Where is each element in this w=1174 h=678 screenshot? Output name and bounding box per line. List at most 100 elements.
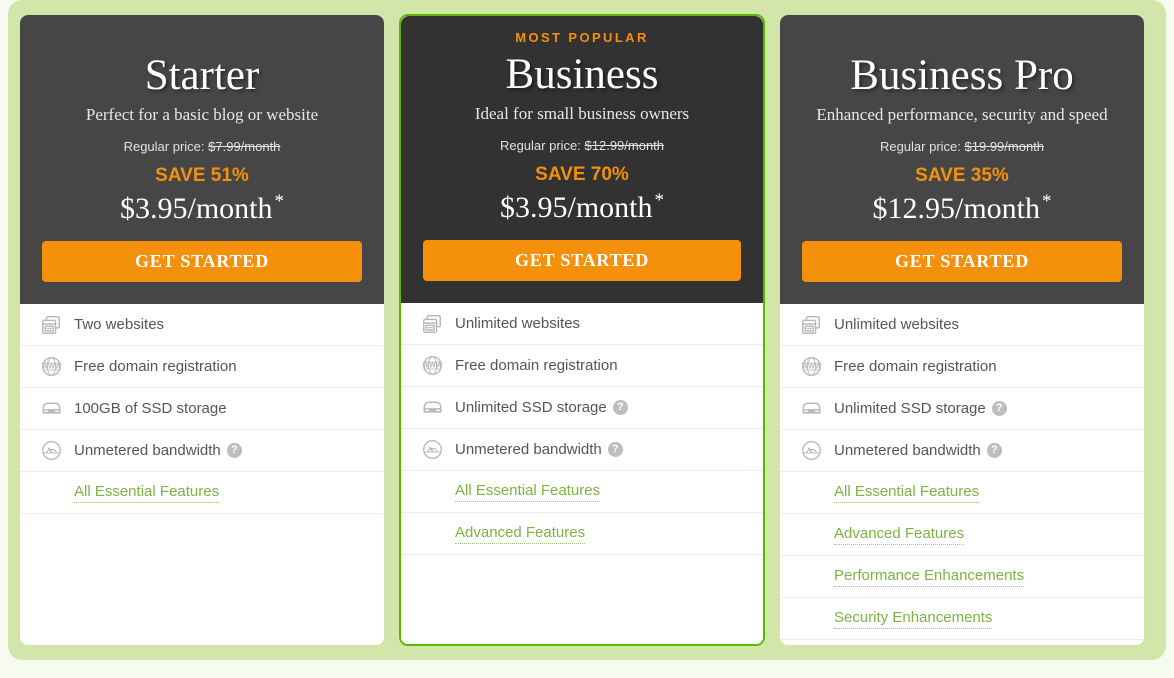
help-icon[interactable]: ? xyxy=(986,443,1002,458)
feature-list: Two websites WWW Free domain registration 1… xyxy=(20,304,384,645)
save-percent: SAVE 70% xyxy=(535,164,629,185)
help-icon[interactable]: ? xyxy=(607,442,623,457)
feature-label: Free domain registration xyxy=(74,358,237,375)
feature-list-filler xyxy=(780,640,1144,645)
regular-price-value: $12.99/month xyxy=(584,138,665,153)
promo-price: $3.95/month * xyxy=(42,190,362,228)
globe-www-icon: WWW xyxy=(38,354,64,380)
card-header: Starter Perfect for a basic blog or websi… xyxy=(20,15,384,304)
feature-label: Unlimited websites xyxy=(834,316,960,333)
svg-text:WWW: WWW xyxy=(41,363,61,371)
card-header: Business Pro Enhanced performance, securi… xyxy=(780,15,1144,304)
plan-tagline: Enhanced performance, security and speed xyxy=(816,105,1108,124)
feature-link-row: Advanced Features xyxy=(780,514,1144,556)
feature-link[interactable]: All Essential Features xyxy=(74,483,220,503)
feature-row: 100GB of SSD storage xyxy=(20,388,384,430)
price-asterisk: * xyxy=(654,190,665,211)
promo-price: $12.95/month * xyxy=(802,190,1122,228)
pricing-card-business: MOST POPULAR Business Ideal for small busi… xyxy=(399,14,765,646)
promo-price-value: $3.95/month xyxy=(119,192,273,225)
feature-label: Unlimited websites xyxy=(455,315,581,332)
globe-www-icon: WWW xyxy=(798,354,824,380)
regular-price-label: Regular price: xyxy=(499,138,581,153)
feature-link-row: All Essential Features xyxy=(401,471,763,513)
bandwidth-gauge-icon xyxy=(419,437,445,463)
feature-link-row: Security Enhancements xyxy=(780,598,1144,640)
plan-tagline: Perfect for a basic blog or website xyxy=(85,105,319,124)
feature-link[interactable]: Advanced Features xyxy=(834,525,965,545)
websites-icon xyxy=(38,312,64,338)
feature-link[interactable]: All Essential Features xyxy=(455,482,601,502)
feature-link-row: All Essential Features xyxy=(780,472,1144,514)
feature-list-filler xyxy=(401,555,763,644)
card-header: MOST POPULAR Business Ideal for small busi… xyxy=(401,16,763,303)
ssd-storage-icon xyxy=(38,396,64,422)
feature-list: Unlimited websites WWW Free domain registr… xyxy=(780,304,1144,645)
feature-row: Unlimited SSD storage? xyxy=(780,388,1144,430)
globe-www-icon: WWW xyxy=(419,353,445,379)
plan-name: Business xyxy=(505,51,659,98)
regular-price-label: Regular price: xyxy=(879,139,961,154)
feature-link-row: All Essential Features xyxy=(20,472,384,514)
price-asterisk: * xyxy=(1042,191,1052,212)
feature-row: Unlimited SSD storage? xyxy=(401,387,763,429)
feature-label: Free domain registration xyxy=(834,358,997,375)
most-popular-badge: MOST POPULAR xyxy=(515,30,649,45)
feature-row: Two websites xyxy=(20,304,384,346)
promo-price: $3.95/month * xyxy=(423,189,741,227)
feature-list-filler xyxy=(20,514,384,645)
feature-row: Unmetered bandwidth? xyxy=(20,430,384,472)
ssd-storage-icon xyxy=(419,395,445,421)
regular-price-row: Regular price: $12.99/month xyxy=(423,137,741,155)
get-started-button[interactable]: GET STARTED xyxy=(802,241,1122,282)
feature-label: Two websites xyxy=(74,316,165,333)
price-asterisk: * xyxy=(274,191,285,212)
websites-icon xyxy=(419,311,445,337)
feature-link[interactable]: Performance Enhancements xyxy=(834,567,1025,587)
websites-icon xyxy=(798,312,824,338)
help-icon[interactable]: ? xyxy=(991,401,1007,416)
feature-row: WWW Free domain registration xyxy=(780,346,1144,388)
plan-name: Starter xyxy=(144,52,260,99)
feature-label: Free domain registration xyxy=(455,357,618,374)
feature-label: Unmetered bandwidth xyxy=(74,442,221,459)
regular-price-row: Regular price: $7.99/month xyxy=(42,138,362,156)
svg-text:WWW: WWW xyxy=(422,362,442,370)
ssd-storage-icon xyxy=(798,396,824,422)
pricing-panel: Starter Perfect for a basic blog or websi… xyxy=(8,0,1166,660)
promo-price-value: $12.95/month xyxy=(872,192,1040,225)
bandwidth-gauge-icon xyxy=(38,438,64,464)
feature-link-row: Performance Enhancements xyxy=(780,556,1144,598)
feature-link-row: Advanced Features xyxy=(401,513,763,555)
help-icon[interactable]: ? xyxy=(612,400,628,415)
regular-price-value: $7.99/month xyxy=(208,139,281,154)
feature-row: Unlimited websites xyxy=(401,303,763,345)
feature-label: Unlimited SSD storage xyxy=(834,400,986,417)
feature-row: Unlimited websites xyxy=(780,304,1144,346)
feature-list: Unlimited websites WWW Free domain registr… xyxy=(401,303,763,644)
feature-label: Unlimited SSD storage xyxy=(455,399,607,416)
plan-tagline: Ideal for small business owners xyxy=(474,104,690,123)
get-started-button[interactable]: GET STARTED xyxy=(42,241,362,282)
pricing-card-starter: Starter Perfect for a basic blog or websi… xyxy=(19,14,385,646)
feature-row: Unmetered bandwidth? xyxy=(401,429,763,471)
regular-price-value: $19.99/month xyxy=(964,139,1045,154)
pricing-card-business-pro: Business Pro Enhanced performance, securi… xyxy=(779,14,1145,646)
feature-link[interactable]: Security Enhancements xyxy=(834,609,993,629)
feature-row: Unmetered bandwidth? xyxy=(780,430,1144,472)
feature-link[interactable]: All Essential Features xyxy=(834,483,980,503)
regular-price-label: Regular price: xyxy=(123,139,205,154)
feature-row: WWW Free domain registration xyxy=(20,346,384,388)
feature-link[interactable]: Advanced Features xyxy=(455,524,586,544)
regular-price-row: Regular price: $19.99/month xyxy=(802,138,1122,156)
save-percent: SAVE 35% xyxy=(915,165,1009,186)
plan-name: Business Pro xyxy=(850,52,1074,99)
help-icon[interactable]: ? xyxy=(226,443,242,458)
promo-price-value: $3.95/month xyxy=(499,191,653,224)
feature-label: 100GB of SSD storage xyxy=(74,400,227,417)
get-started-button[interactable]: GET STARTED xyxy=(423,240,741,281)
svg-text:WWW: WWW xyxy=(801,363,821,371)
bandwidth-gauge-icon xyxy=(798,438,824,464)
feature-row: WWW Free domain registration xyxy=(401,345,763,387)
save-percent: SAVE 51% xyxy=(155,165,249,186)
